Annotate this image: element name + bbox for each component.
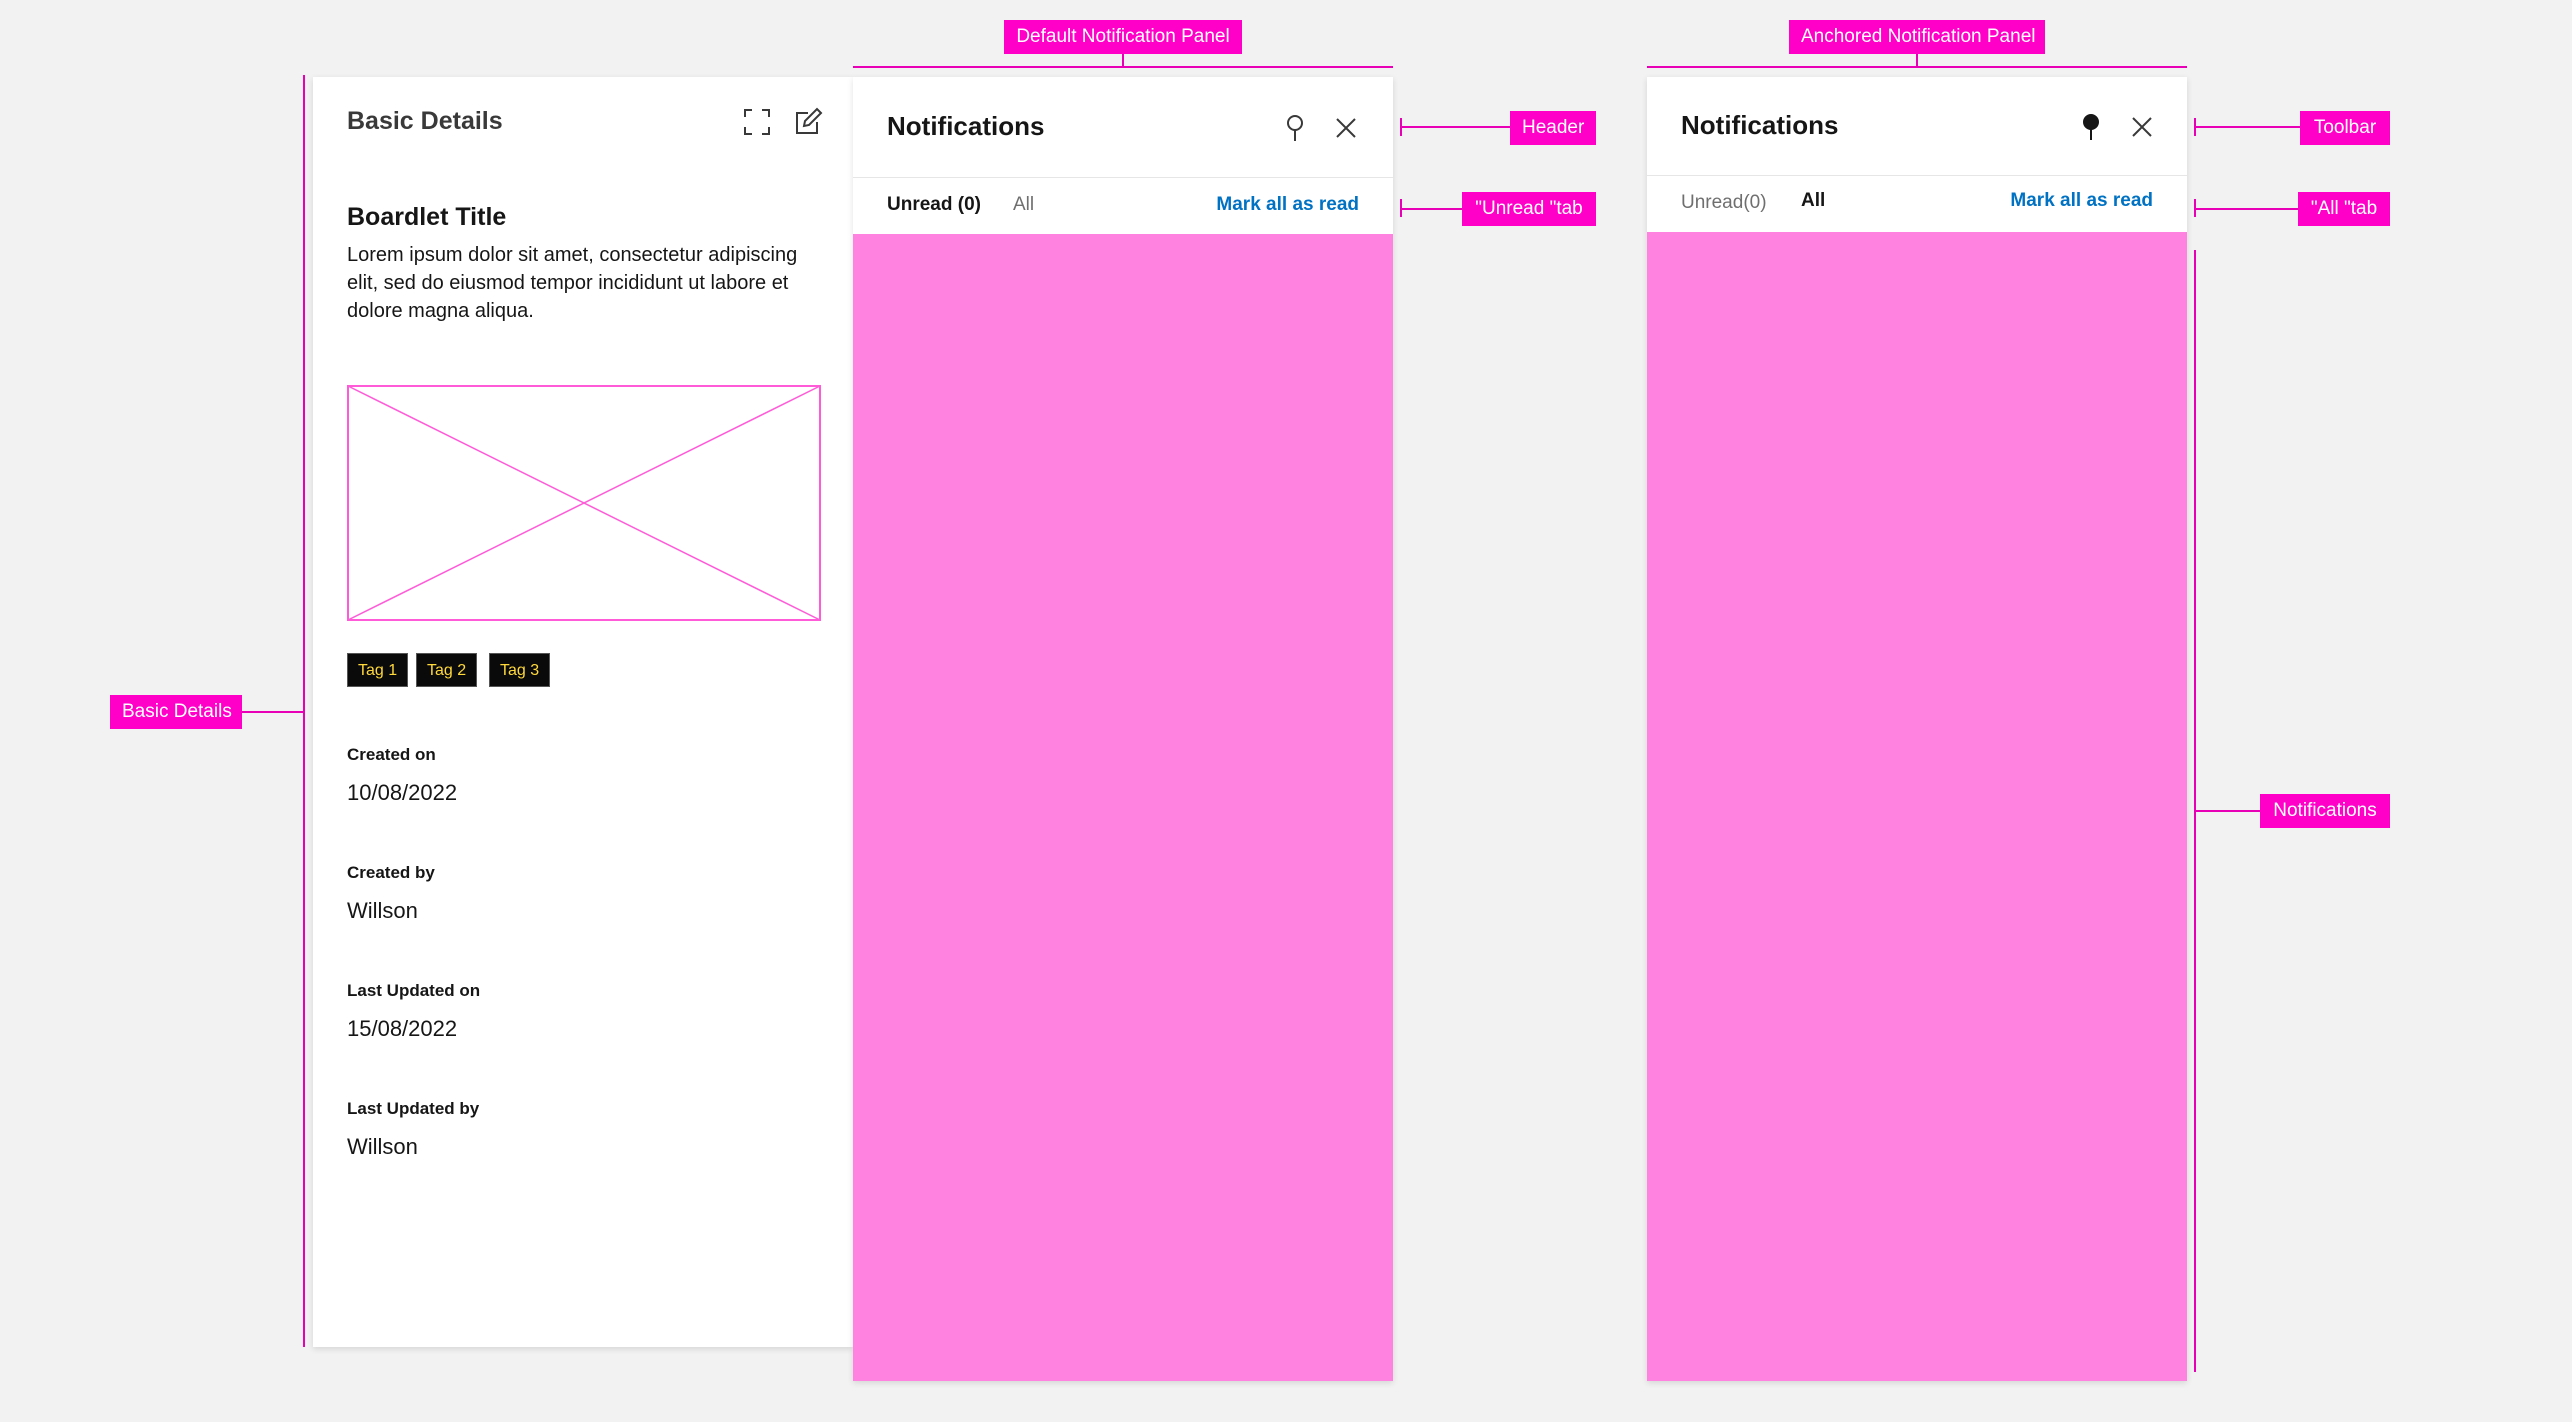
annotation-line [1647,66,2187,68]
notification-tabs: Unread(0) All Mark all as read [1647,176,2187,232]
tag-3[interactable]: Tag 3 [489,653,551,687]
tag-2[interactable]: Tag 2 [416,653,478,687]
annotation-line [2194,810,2260,812]
default-notification-panel: Notifications Unread (0) All Mark all as… [853,77,1393,1381]
edit-icon[interactable] [792,106,824,138]
annotation-line [242,711,304,713]
annotation-line [303,75,305,1347]
created-on-value: 10/08/2022 [347,780,458,805]
created-by-label: Created by [347,863,435,882]
notification-tabs: Unread (0) All Mark all as read [853,178,1393,234]
last-updated-on-label: Last Updated on [347,981,481,1000]
notification-title: Notifications [887,111,1045,141]
mark-all-read-link[interactable]: Mark all as read [1216,194,1359,216]
annotation-anchored-panel: Anchored Notification Panel [1789,20,2045,54]
boardlet-description: Lorem ipsum dolor sit amet, consectetur … [347,244,798,322]
annotation-line [1400,126,1510,128]
notification-list-placeholder [853,234,1393,1381]
annotation-line [1400,208,1462,210]
tag-1[interactable]: Tag 1 [347,653,409,687]
annotation-header: Header [1510,111,1596,145]
created-by-value: Willson [347,898,418,923]
last-updated-on-value: 15/08/2022 [347,1016,458,1041]
mark-all-read-link[interactable]: Mark all as read [2010,190,2153,212]
maximize-icon[interactable] [742,107,772,137]
anchored-notification-panel: Notifications Unread(0) All Mark all as … [1647,77,2187,1381]
pin-filled-icon[interactable] [2081,113,2101,143]
annotation-line [1122,54,1124,66]
panel-title: Basic Details [347,107,503,135]
notification-list-placeholder [1647,232,2187,1381]
last-updated-by-label: Last Updated by [347,1099,480,1118]
pin-icon[interactable] [1283,113,1307,143]
close-icon[interactable] [2131,116,2153,138]
annotation-line [2194,126,2300,128]
annotation-toolbar: Toolbar [2300,111,2390,145]
created-on-label: Created on [347,745,436,764]
image-placeholder [347,385,821,621]
boardlet-title: Boardlet Title [347,203,507,231]
last-updated-by-value: Willson [347,1134,418,1159]
annotation-unread-tab: "Unread "tab [1462,192,1596,226]
annotation-notifications: Notifications [2260,794,2390,828]
close-icon[interactable] [1335,117,1357,139]
annotation-all-tab: "All "tab [2298,192,2390,226]
annotation-line [2194,208,2298,210]
tab-all[interactable]: All [1801,190,1825,212]
tab-unread[interactable]: Unread(0) [1681,192,1767,214]
annotation-basic-details: Basic Details [110,695,242,729]
annotation-line [1916,54,1918,66]
annotation-default-panel: Default Notification Panel [1004,20,1242,54]
notification-title: Notifications [1681,110,1839,140]
notification-header: Notifications [1647,77,2187,176]
notification-header: Notifications [853,77,1393,178]
tab-all[interactable]: All [1013,194,1034,216]
tab-unread[interactable]: Unread (0) [887,194,981,216]
annotation-line [853,66,1393,68]
